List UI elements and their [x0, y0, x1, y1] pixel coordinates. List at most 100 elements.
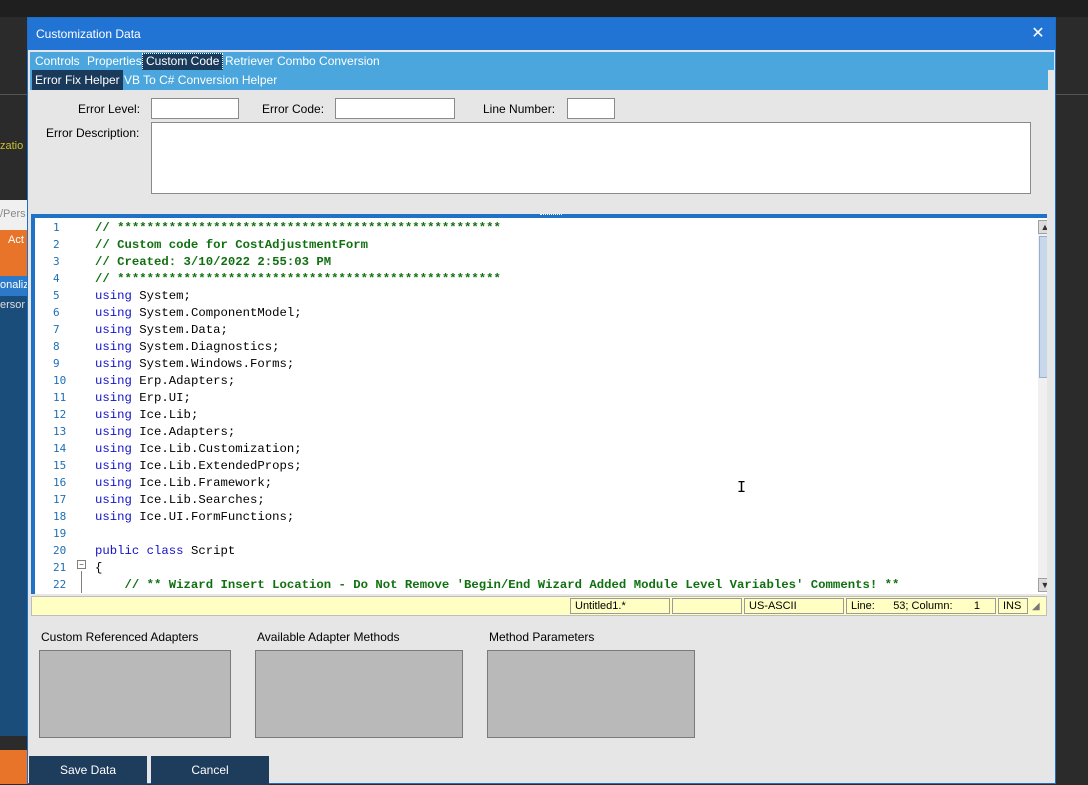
- save-data-button[interactable]: Save Data: [29, 756, 147, 785]
- code-line: {: [95, 561, 102, 575]
- code-text: Ice.Adapters;: [131, 425, 236, 439]
- code-text: Erp.UI;: [131, 391, 191, 405]
- code-text: Ice.Lib;: [131, 408, 199, 422]
- background-bottom: [0, 750, 28, 784]
- line-number: 6: [53, 306, 60, 319]
- code-keyword: using: [95, 510, 132, 524]
- fold-toggle-icon[interactable]: −: [77, 560, 86, 569]
- line-number: 17: [53, 493, 67, 506]
- tab-custom-code[interactable]: Custom Code: [142, 53, 224, 71]
- editor-vertical-scrollbar[interactable]: ▲ ▼: [1038, 220, 1047, 592]
- code-keyword: using: [95, 289, 132, 303]
- line-number: 13: [53, 425, 67, 438]
- customization-data-dialog: Customization Data ✕ Controls Properties…: [27, 17, 1056, 785]
- background-panel: ersor: [0, 296, 28, 736]
- code-line: // *************************************…: [95, 272, 501, 286]
- code-line: using Ice.Lib.Framework;: [95, 476, 272, 490]
- code-text: // Custom code for CostAdjustmentForm: [95, 238, 369, 252]
- code-keyword: using: [95, 493, 132, 507]
- code-text: System.ComponentModel;: [131, 306, 302, 320]
- line-number: 16: [53, 476, 67, 489]
- line-number: 22: [53, 578, 67, 591]
- line-number: 19: [53, 527, 67, 540]
- code-keyword: using: [95, 408, 132, 422]
- code-keyword: using: [95, 442, 132, 456]
- code-text: System.Windows.Forms;: [131, 357, 295, 371]
- error-level-label: Error Level:: [78, 102, 141, 116]
- status-empty: [672, 598, 742, 614]
- tab-vb-to-csharp-helper[interactable]: VB To C# Conversion Helper: [121, 72, 280, 88]
- scroll-up-icon[interactable]: ▲: [1038, 220, 1047, 234]
- code-line: using Ice.UI.FormFunctions;: [95, 510, 294, 524]
- line-number: 18: [53, 510, 67, 523]
- tab-retriever-combo-conversion[interactable]: Retriever Combo Conversion: [222, 53, 383, 69]
- editor-gutter: [35, 218, 49, 594]
- available-adapter-methods-list[interactable]: [255, 650, 463, 738]
- code-text: Ice.Lib.Framework;: [131, 476, 273, 490]
- code-keyword: using: [95, 374, 132, 388]
- line-number: 5: [53, 289, 60, 302]
- cancel-button[interactable]: Cancel: [151, 756, 269, 785]
- custom-referenced-adapters-list[interactable]: [39, 650, 231, 738]
- status-file: Untitled1.*: [570, 598, 670, 614]
- error-level-field[interactable]: [151, 98, 239, 119]
- code-text: System;: [131, 289, 191, 303]
- background-text: zatio: [0, 140, 24, 152]
- code-text: Erp.Adapters;: [131, 374, 236, 388]
- line-number-label: Line Number:: [483, 102, 556, 116]
- fold-line: [81, 571, 82, 593]
- error-description-field[interactable]: [151, 122, 1031, 194]
- available-adapter-methods-label: Available Adapter Methods: [257, 630, 400, 644]
- custom-referenced-adapters-label: Custom Referenced Adapters: [41, 630, 199, 644]
- code-text: // *************************************…: [95, 221, 501, 235]
- code-line: public class Script: [95, 544, 235, 558]
- scroll-down-icon[interactable]: ▼: [1038, 578, 1047, 592]
- resize-grip-icon[interactable]: ◢: [1032, 601, 1040, 612]
- line-number: 8: [53, 340, 60, 353]
- code-editor[interactable]: 1 // ************************************…: [31, 218, 1047, 594]
- error-description-label: Error Description:: [46, 126, 140, 140]
- background-app-top: [0, 0, 1088, 17]
- code-line: // Created: 3/10/2022 2:55:03 PM: [95, 255, 331, 269]
- code-text: {: [95, 561, 103, 575]
- tab-strip-sub: Error Fix Helper VB To C# Conversion Hel…: [30, 70, 1048, 90]
- code-line: // ** Wizard Insert Location - Do Not Re…: [95, 578, 900, 592]
- code-keyword: using: [95, 340, 132, 354]
- tab-properties[interactable]: Properties: [84, 53, 145, 69]
- code-text: System.Diagnostics;: [131, 340, 280, 354]
- code-text: Ice.Lib.Customization;: [131, 442, 302, 456]
- line-number: 2: [53, 238, 60, 251]
- code-text: Ice.UI.FormFunctions;: [131, 510, 295, 524]
- code-keyword: using: [95, 391, 132, 405]
- tab-strip-main: Controls Properties Custom Code Retrieve…: [30, 52, 1054, 71]
- code-text: // ** Wizard Insert Location - Do Not Re…: [95, 578, 900, 592]
- line-number: 1: [53, 221, 60, 234]
- status-encoding: US-ASCII: [744, 598, 844, 614]
- line-number-field[interactable]: [567, 98, 615, 119]
- background-tab: /Pers: [0, 200, 28, 230]
- code-keyword: using: [95, 425, 132, 439]
- scroll-thumb[interactable]: [1039, 236, 1047, 378]
- code-keyword: using: [95, 323, 132, 337]
- line-number: 4: [53, 272, 60, 285]
- code-keyword: using: [95, 357, 132, 371]
- line-number: 20: [53, 544, 67, 557]
- method-parameters-list[interactable]: [487, 650, 695, 738]
- code-line: // *************************************…: [95, 221, 501, 235]
- line-number: 15: [53, 459, 67, 472]
- tab-controls[interactable]: Controls: [32, 53, 83, 69]
- background-selected-item: onaliz: [0, 276, 29, 296]
- code-line: using Ice.Adapters;: [95, 425, 235, 439]
- line-number: 21: [53, 561, 67, 574]
- code-keyword: using: [95, 459, 132, 473]
- background-divider-right: [1056, 94, 1088, 95]
- status-mode: INS: [998, 598, 1028, 614]
- close-icon[interactable]: ✕: [1027, 23, 1049, 45]
- code-text: Script: [183, 544, 236, 558]
- code-keyword: using: [95, 306, 132, 320]
- code-text: System.Data;: [131, 323, 228, 337]
- error-code-field[interactable]: [335, 98, 455, 119]
- code-line: using Ice.Lib.Customization;: [95, 442, 302, 456]
- tab-error-fix-helper[interactable]: Error Fix Helper: [32, 70, 123, 90]
- title-bar: Customization Data ✕: [28, 18, 1055, 50]
